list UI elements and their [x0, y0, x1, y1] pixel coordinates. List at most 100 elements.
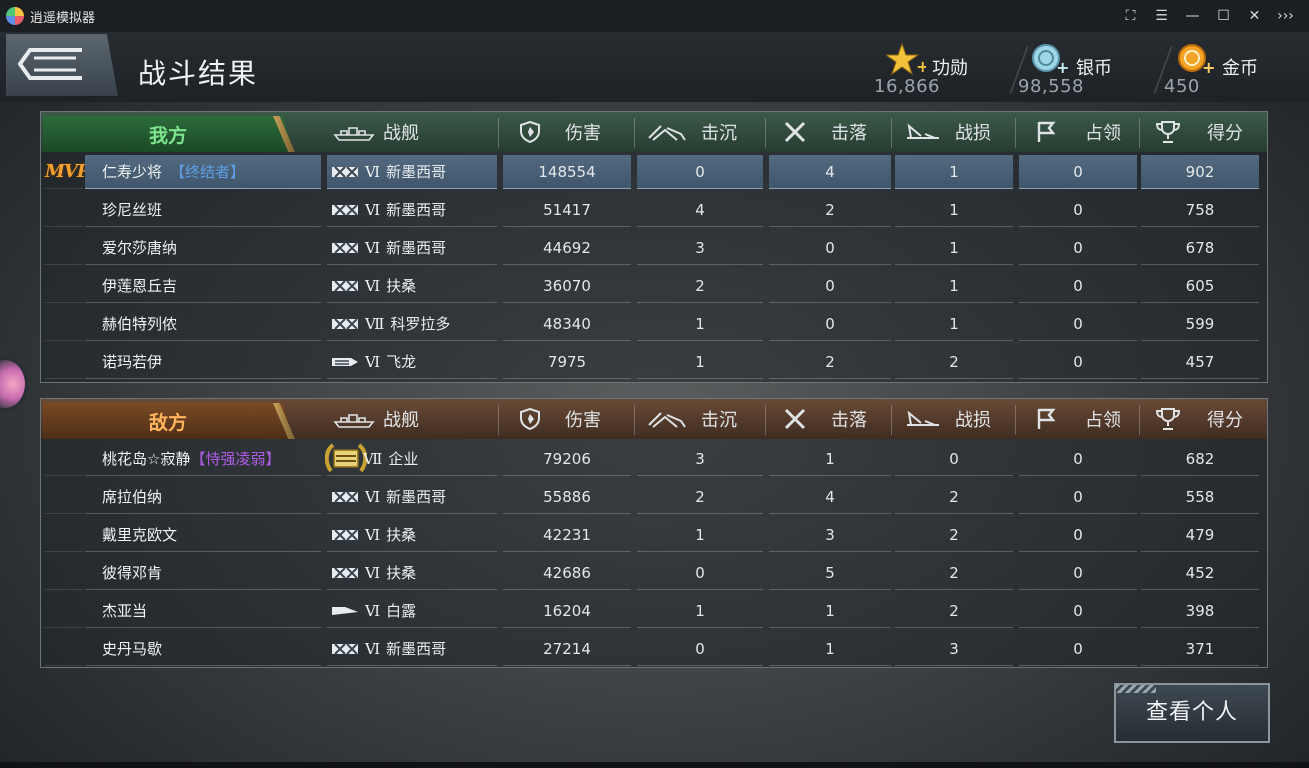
damage-value: 48340	[543, 314, 591, 333]
damage-cell: 16204	[503, 594, 631, 628]
downed-cell: 3	[769, 518, 891, 552]
col-ship-label: 战舰	[383, 410, 419, 431]
table-row[interactable]: MVP 仁寿少将 【终结者】 Ⅵ 新墨西哥 148554 0 4 1 0 902	[41, 152, 1267, 190]
loss-value: 1	[949, 200, 959, 219]
ship-cell: Ⅵ 飞龙	[327, 345, 497, 379]
carrier-ship-icon	[331, 354, 359, 370]
battleship-ship-icon	[331, 489, 359, 505]
sunk-value: 1	[695, 525, 705, 544]
mvp-slot	[45, 594, 83, 628]
damage-cell: 36070	[503, 269, 631, 303]
sunk-cell: 1	[637, 518, 763, 552]
fullscreen-icon[interactable]: ⛶	[1115, 8, 1146, 24]
loss-value: 1	[949, 162, 959, 181]
table-row[interactable]: 诺玛若伊 Ⅵ 飞龙 7975 1 2 2 0 457	[41, 342, 1267, 380]
ship-name: 新墨西哥	[386, 640, 447, 658]
score-value: 599	[1185, 314, 1215, 333]
table-row[interactable]: 席拉伯纳 Ⅵ 新墨西哥 55886 2 4 2 0 558	[41, 477, 1267, 515]
damage-cell: 55886	[503, 480, 631, 514]
score-cell: 398	[1141, 594, 1259, 628]
occupy-value: 0	[1073, 352, 1083, 371]
shield-icon	[520, 408, 540, 430]
col-separator	[1015, 405, 1016, 435]
player-name: 爱尔莎唐纳	[102, 239, 178, 257]
occupy-cell: 0	[1019, 518, 1137, 552]
ship-cell: Ⅵ 新墨西哥	[327, 480, 497, 514]
battleship-icon	[333, 127, 375, 141]
player-name-cell: 杰亚当	[85, 594, 321, 628]
player-name-cell: 戴里克欧文	[85, 518, 321, 552]
ally-table-header: 我方 战舰 伤害 击沉 击落 战损 占领 得分	[41, 112, 1267, 152]
score-cell: 599	[1141, 307, 1259, 341]
table-row[interactable]: 桃花岛☆寂静 【恃强凌弱】 Ⅶ 企业 79206 3 1 0 0 682	[41, 439, 1267, 477]
downed-value: 0	[825, 276, 835, 295]
maximize-icon[interactable]: ☐	[1208, 8, 1239, 24]
table-row[interactable]: 伊莲恩丘吉 Ⅵ 扶桑 36070 2 0 1 0 605	[41, 266, 1267, 304]
downed-value: 1	[825, 601, 835, 620]
destroyer-ship-icon	[331, 164, 359, 180]
ship-tier: Ⅶ	[365, 314, 385, 333]
view-personal-button[interactable]: 查看个人	[1114, 683, 1270, 743]
silver-currency: + 银币 98,558	[1018, 40, 1140, 100]
table-row[interactable]: 戴里克欧文 Ⅵ 扶桑 42231 1 3 2 0 479	[41, 515, 1267, 553]
back-arrow-icon	[17, 48, 82, 80]
score-value: 479	[1185, 525, 1215, 544]
battleship-ship-icon	[331, 316, 359, 332]
loss-value: 2	[949, 563, 959, 582]
score-cell: 758	[1141, 193, 1259, 227]
sunk-value: 2	[695, 487, 705, 506]
occupy-cell: 0	[1019, 345, 1137, 379]
player-name: 赫伯特列侬	[102, 315, 178, 333]
downed-value: 5	[825, 563, 835, 582]
table-row[interactable]: 赫伯特列侬 Ⅶ 科罗拉多 48340 1 0 1 0 599	[41, 304, 1267, 342]
score-value: 605	[1185, 276, 1215, 295]
col-occupy-label: 占领	[1085, 410, 1121, 431]
score-value: 558	[1185, 487, 1215, 506]
merit-currency: + 功勋 16,866	[874, 40, 996, 100]
ship-name: 新墨西哥	[386, 239, 447, 257]
col-downed: 击落	[783, 399, 867, 439]
table-row[interactable]: 珍尼丝班 Ⅵ 新墨西哥 51417 4 2 1 0 758	[41, 190, 1267, 228]
ship-cell: Ⅵ 扶桑	[327, 556, 497, 590]
more-icon[interactable]: ›››	[1270, 8, 1301, 24]
carrier-elite-ship-icon	[324, 441, 368, 477]
close-icon[interactable]: ✕	[1239, 8, 1270, 24]
shield-icon	[520, 121, 540, 143]
player-name: 桃花岛☆寂静	[102, 450, 191, 468]
player-name: 彼得邓肯	[102, 564, 163, 582]
table-row[interactable]: 爱尔莎唐纳 Ⅵ 新墨西哥 44692 3 0 1 0 678	[41, 228, 1267, 266]
back-button[interactable]	[6, 34, 118, 96]
col-sunk: 击沉	[647, 112, 737, 152]
ship-cell: Ⅵ 新墨西哥	[327, 231, 497, 265]
enemy-team-label: 敌方	[43, 403, 293, 439]
minimize-icon[interactable]: —	[1177, 8, 1208, 24]
col-ship: 战舰	[333, 399, 419, 439]
col-separator	[765, 405, 766, 435]
downed-cell: 0	[769, 231, 891, 265]
damage-value: 51417	[543, 200, 591, 219]
damage-value: 44692	[543, 238, 591, 257]
menu-icon[interactable]: ☰	[1146, 8, 1177, 24]
downed-value: 2	[825, 352, 835, 371]
table-row[interactable]: 杰亚当 Ⅵ 白露 16204 1 1 2 0 398	[41, 591, 1267, 629]
sunk-value: 1	[695, 314, 705, 333]
merit-value: 16,866	[874, 76, 940, 97]
downed-value: 4	[825, 487, 835, 506]
col-sunk-label: 击沉	[701, 123, 737, 144]
ship-name: 科罗拉多	[390, 315, 451, 333]
downed-value: 0	[825, 238, 835, 257]
floating-assistant-button[interactable]	[0, 357, 28, 411]
loss-value: 0	[949, 449, 959, 468]
ship-tier: Ⅵ	[365, 563, 381, 582]
downed-cell: 4	[769, 155, 891, 189]
loss-cell: 1	[895, 307, 1013, 341]
crossed-swords-icon	[784, 408, 806, 430]
damage-value: 16204	[543, 601, 591, 620]
occupy-cell: 0	[1019, 480, 1137, 514]
sunk-value: 4	[695, 200, 705, 219]
ship-cell: Ⅵ 新墨西哥	[327, 632, 497, 666]
player-name: 仁寿少将	[102, 163, 163, 181]
table-row[interactable]: 彼得邓肯 Ⅵ 扶桑 42686 0 5 2 0 452	[41, 553, 1267, 591]
table-row[interactable]: 史丹马歇 Ⅵ 新墨西哥 27214 0 1 3 0 371	[41, 629, 1267, 667]
downed-value: 4	[825, 162, 835, 181]
